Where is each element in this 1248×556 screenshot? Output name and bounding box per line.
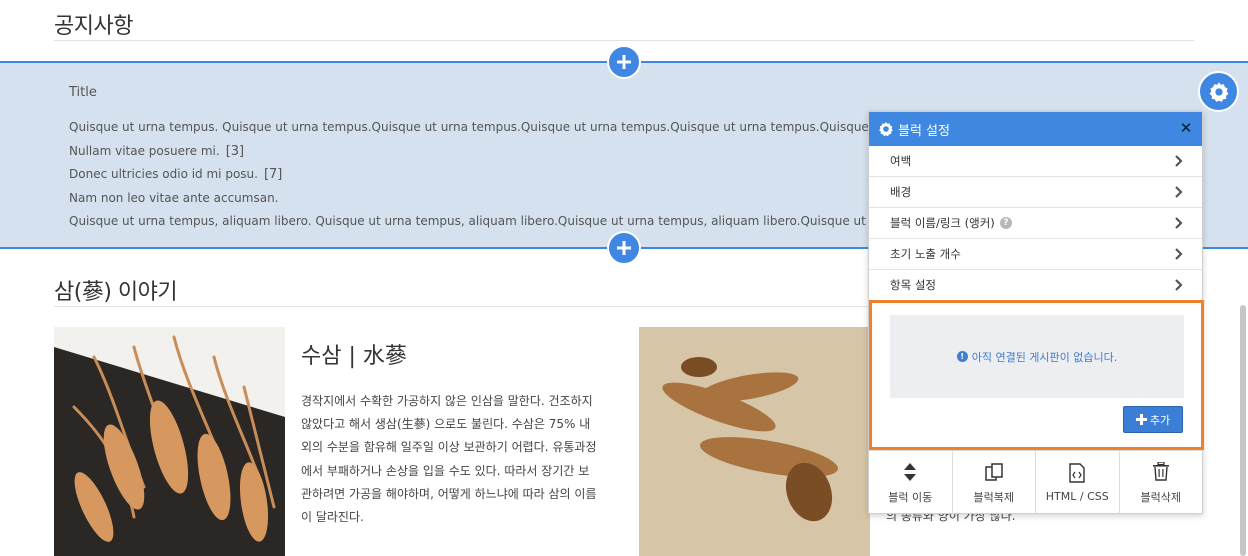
block-line: Nullam vitae posuere mi. [3] <box>69 140 869 164</box>
board-empty-notice: ! 아직 연결된 게시판이 없습니다. <box>890 315 1184 398</box>
notice-title-divider <box>54 40 1194 41</box>
chevron-right-icon <box>1175 186 1183 198</box>
board-empty-text: 아직 연결된 게시판이 없습니다. <box>971 350 1118 364</box>
block-line-text: Donec ultricies odio id mi posu. <box>69 167 258 181</box>
close-panel-button[interactable]: ✕ <box>1176 118 1196 138</box>
block-line: Nam non leo vitae ante accumsan. <box>69 187 869 211</box>
info-icon: ! <box>956 351 968 362</box>
action-label: 블럭 이동 <box>888 490 933 504</box>
gear-icon <box>1209 81 1228 102</box>
close-icon: ✕ <box>1179 119 1193 137</box>
block-text-lines: Quisque ut urna tempus. Quisque ut urna … <box>69 116 869 234</box>
settings-item-initial-count[interactable]: 초기 노출 개수 <box>869 239 1202 270</box>
add-board-button[interactable]: 추가 <box>1123 406 1183 433</box>
block-line: Quisque ut urna tempus, aliquam libero. … <box>69 210 869 234</box>
block-line: Donec ultricies odio id mi posu. [7] <box>69 163 869 187</box>
action-label: HTML / CSS <box>1045 490 1109 503</box>
plus-icon <box>1135 414 1147 425</box>
html-css-button[interactable]: HTML / CSS <box>1036 451 1120 514</box>
citation-ref: [7] <box>263 167 283 182</box>
action-label: 블럭삭제 <box>1140 490 1181 504</box>
block-line: Quisque ut urna tempus. Quisque ut urna … <box>69 116 869 140</box>
chevron-right-icon <box>1175 279 1183 291</box>
panel-header: 블럭 설정 ✕ <box>869 112 1202 146</box>
card-heading: 수삼 | 水蔘 <box>301 344 407 369</box>
settings-item-label: 항목 설정 <box>890 278 936 292</box>
citation-ref: [3] <box>225 143 245 159</box>
fresh-ginseng-image <box>54 327 285 556</box>
page-scrollbar[interactable] <box>1240 305 1246 556</box>
plus-icon <box>617 241 631 255</box>
plus-icon <box>617 55 631 69</box>
add-block-above-button[interactable] <box>607 45 641 79</box>
panel-title: 블럭 설정 <box>898 123 950 139</box>
settings-item-label: 블럭 이름/링크 (앵커) <box>890 216 995 230</box>
settings-item-background[interactable]: 배경 <box>869 177 1202 208</box>
settings-item-label: 초기 노출 개수 <box>890 247 961 261</box>
block-title: Title <box>69 85 97 100</box>
settings-item-margin[interactable]: 여백 <box>869 146 1202 177</box>
move-block-button[interactable]: 블럭 이동 <box>869 451 953 514</box>
block-line-text: Nullam vitae posuere mi. <box>69 143 220 158</box>
trash-icon <box>1152 462 1169 481</box>
add-block-below-button[interactable] <box>607 231 641 265</box>
chevron-right-icon <box>1175 155 1183 167</box>
panel-action-bar: 블럭 이동 블럭복제 HTML / CSS 블럭삭제 <box>869 450 1202 514</box>
card-body-text: 경작지에서 수확한 가공하지 않은 인삼을 말한다. 건조하지 않았다고 해서 … <box>301 394 597 525</box>
settings-item-label: 여백 <box>890 154 912 168</box>
block-settings-button[interactable] <box>1198 71 1239 112</box>
board-connection-section: ! 아직 연결된 게시판이 없습니다. 추가 <box>869 300 1204 450</box>
chevron-right-icon <box>1175 248 1183 260</box>
block-line-text: Nam non leo vitae ante accumsan. <box>69 190 279 205</box>
block-line-text: Quisque ut urna tempus, aliquam libero. … <box>69 214 869 228</box>
gear-icon <box>879 122 893 137</box>
action-label: 블럭복제 <box>973 490 1014 504</box>
settings-item-item-settings[interactable]: 항목 설정 <box>869 270 1202 301</box>
ginseng-section-title: 삼(蔘) 이야기 <box>54 280 178 305</box>
notice-section-title: 공지사항 <box>54 14 133 39</box>
duplicate-icon <box>985 462 1003 481</box>
dried-ginseng-image <box>639 327 870 556</box>
block-settings-panel: 블럭 설정 ✕ 여백 배경 블럭 이름/링크 (앵커) ? 초기 노출 개수 항… <box>868 111 1204 514</box>
chevron-right-icon <box>1175 217 1183 229</box>
help-icon[interactable]: ? <box>999 217 1012 229</box>
add-board-label: 추가 <box>1149 413 1171 427</box>
code-icon <box>1069 463 1085 483</box>
block-line-text: Quisque ut urna tempus. Quisque ut urna … <box>69 120 869 134</box>
settings-item-block-name-link[interactable]: 블럭 이름/링크 (앵커) ? <box>869 208 1202 239</box>
delete-block-button[interactable]: 블럭삭제 <box>1120 451 1203 514</box>
move-icon <box>904 462 917 481</box>
duplicate-block-button[interactable]: 블럭복제 <box>953 451 1036 514</box>
settings-item-label: 배경 <box>890 185 912 199</box>
